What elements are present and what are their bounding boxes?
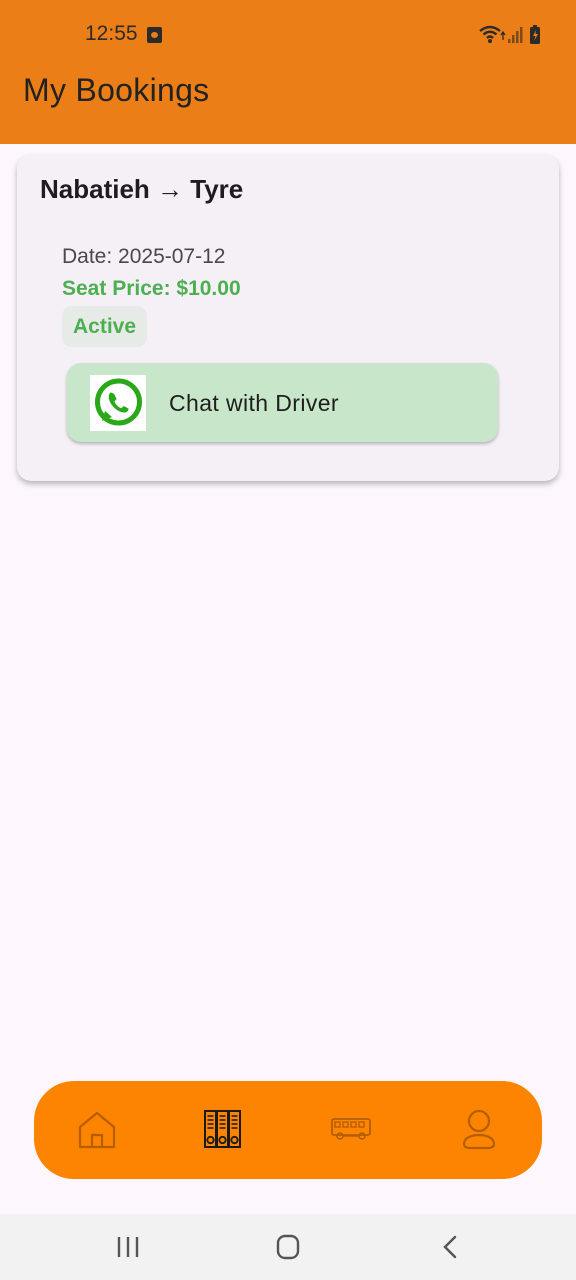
home-button-icon[interactable] [270, 1230, 306, 1264]
nav-home[interactable] [72, 1105, 122, 1155]
signal-icon [508, 27, 523, 43]
booking-date: Date: 2025-07-12 [62, 245, 226, 268]
home-icon [78, 1111, 116, 1149]
nav-profile[interactable] [454, 1105, 504, 1155]
battery-icon [530, 25, 540, 44]
status-badge-label: Active [73, 315, 137, 338]
profile-icon [462, 1109, 496, 1150]
status-time: 12:55 [85, 22, 138, 45]
back-icon[interactable] [432, 1230, 468, 1264]
page-title: My Bookings [23, 72, 210, 108]
nav-bookings[interactable] [198, 1105, 248, 1155]
bus-icon [331, 1118, 371, 1140]
booking-card[interactable]: Nabatieh → Tyre Date: 2025-07-12 Seat Pr… [17, 155, 559, 481]
chat-with-driver-label: Chat with Driver [169, 390, 339, 416]
recent-apps-icon[interactable] [110, 1230, 146, 1264]
bottom-navigation [34, 1081, 542, 1179]
chat-with-driver-button[interactable]: Chat with Driver [67, 363, 498, 442]
booking-route: Nabatieh → Tyre [40, 174, 244, 204]
seat-price: Seat Price: $10.00 [62, 277, 241, 300]
status-bar: 12:55 [0, 0, 576, 70]
nav-bus[interactable] [326, 1105, 376, 1155]
status-badge: Active [62, 306, 147, 347]
bookings-icon [204, 1110, 241, 1148]
status-icons [479, 25, 540, 44]
notification-icon [147, 27, 162, 43]
system-navigation-bar [0, 1214, 576, 1280]
whatsapp-icon [90, 375, 146, 431]
wifi-icon [479, 25, 506, 43]
app-header: 12:55 My Bookings [0, 0, 576, 144]
